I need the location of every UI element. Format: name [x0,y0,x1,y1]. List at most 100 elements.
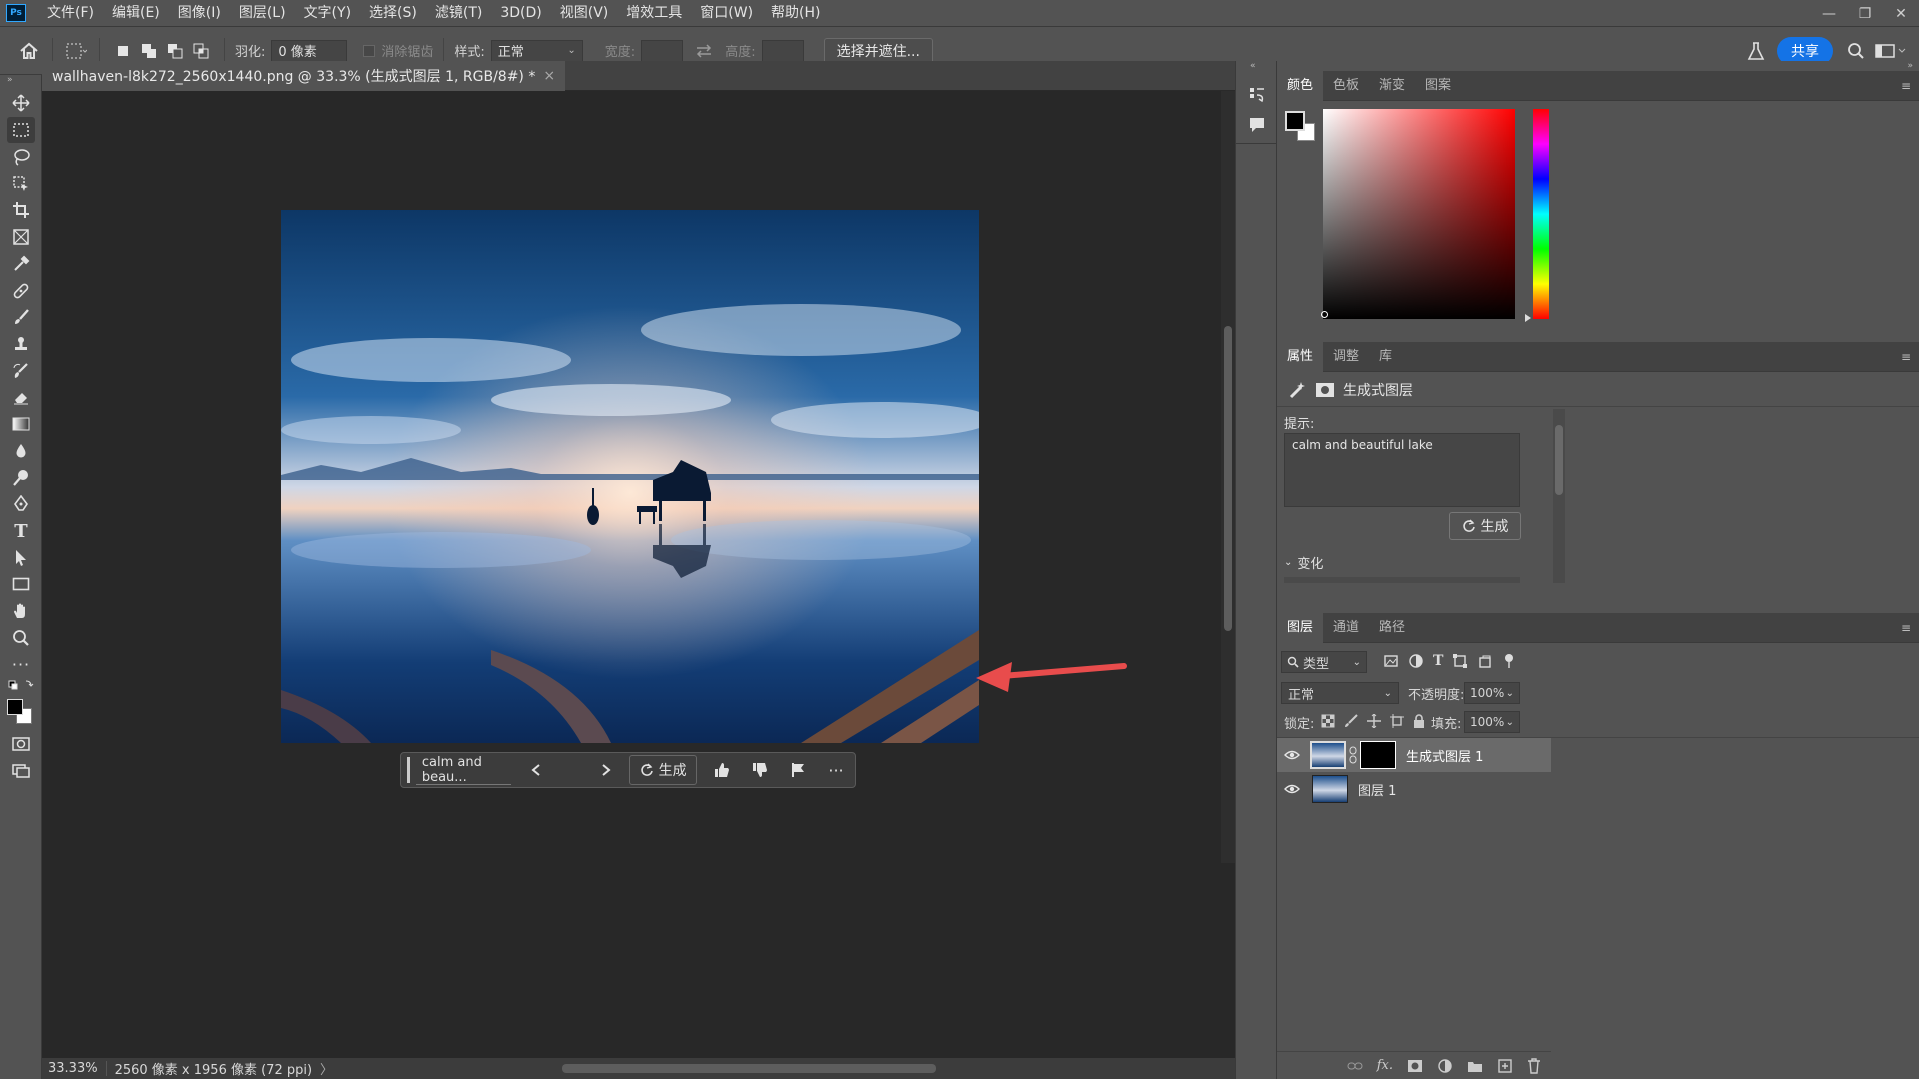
tab-properties[interactable]: 属性 [1277,341,1324,372]
hue-slider[interactable] [1533,109,1549,319]
rectangular-marquee-tool-icon[interactable] [7,117,35,143]
menu-file[interactable]: 文件(F) [38,0,103,27]
menu-type[interactable]: 文字(Y) [295,0,360,27]
brush-tool-icon[interactable] [7,304,35,330]
tab-libraries[interactable]: 库 [1369,342,1402,372]
layer-filter-select[interactable]: 类型 ⌄ [1281,651,1367,673]
collapse-icon[interactable]: « [1250,61,1256,71]
opacity-input[interactable]: 100% ⌄ [1464,682,1520,704]
more-tools-icon[interactable]: ··· [7,651,35,677]
hand-tool-icon[interactable] [7,598,35,624]
add-selection-icon[interactable] [136,38,162,64]
layer-row-base[interactable]: 图层 1 [1277,772,1551,806]
canvas-image[interactable] [281,210,979,743]
foreground-color-swatch[interactable] [7,699,23,715]
panel-menu-icon[interactable]: ≡ [1901,350,1911,364]
generate-button[interactable]: 生成 [628,755,698,785]
history-icon[interactable] [1245,83,1269,107]
foreground-color-swatch[interactable] [1285,111,1305,131]
flag-icon[interactable] [779,755,817,785]
width-input[interactable] [641,39,684,62]
menu-edit[interactable]: 编辑(E) [103,0,169,27]
intersect-selection-icon[interactable] [188,38,214,64]
frame-tool-icon[interactable] [7,224,35,250]
thumbs-down-icon[interactable] [741,755,779,785]
subtract-selection-icon[interactable] [162,38,188,64]
clone-stamp-tool-icon[interactable] [7,331,35,357]
previous-variation-icon[interactable] [517,755,555,785]
lock-artboard-icon[interactable] [1390,714,1404,728]
close-tab-icon[interactable]: × [543,68,555,84]
dodge-tool-icon[interactable] [7,465,35,491]
pen-tool-icon[interactable] [7,491,35,517]
tab-paths[interactable]: 路径 [1369,613,1415,643]
home-icon[interactable] [16,38,42,64]
vertical-scrollbar-thumb[interactable] [1224,326,1232,631]
healing-brush-tool-icon[interactable] [7,278,35,304]
select-and-mask-button[interactable]: 选择并遮住... [823,37,933,64]
filter-smart-object-icon[interactable] [1477,653,1493,669]
prompt-field[interactable]: calm and beau... [415,755,511,785]
variations-section[interactable]: ⌄ 变化 [1284,553,1323,572]
lock-brush-icon[interactable] [1344,714,1358,728]
filter-toggle-icon[interactable] [1502,653,1516,669]
tab-adjustments[interactable]: 调整 [1323,342,1369,372]
fx-icon[interactable]: fx. [1377,1058,1393,1073]
lasso-tool-icon[interactable] [7,144,35,170]
document-tab[interactable]: wallhaven-l8k272_2560x1440.png @ 33.3% (… [42,61,566,91]
gradient-tool-icon[interactable] [7,411,35,437]
vertical-scrollbar[interactable] [1221,91,1235,863]
blur-tool-icon[interactable] [7,438,35,464]
color-panel-swatches[interactable] [1285,111,1317,143]
layer-name[interactable]: 生成式图层 1 [1406,746,1483,765]
tab-channels[interactable]: 通道 [1323,613,1369,643]
layer-row-generative[interactable]: 生成式图层 1 [1277,738,1551,772]
color-picker-cursor[interactable] [1321,311,1328,318]
link-layers-icon[interactable] [1347,1061,1363,1071]
properties-scrollbar-thumb[interactable] [1555,425,1563,495]
style-select[interactable]: 正常 ⌄ [490,39,583,62]
lock-transparent-icon[interactable] [1321,714,1335,728]
adjustment-layer-icon[interactable] [1437,1058,1453,1074]
menu-filter[interactable]: 滤镜(T) [426,0,491,27]
zoom-tool-icon[interactable] [7,625,35,651]
status-arrow-icon[interactable]: 〉 [320,1059,333,1078]
tab-layers[interactable]: 图层 [1277,612,1324,643]
menu-3d[interactable]: 3D(D) [491,0,550,27]
eraser-tool-icon[interactable] [7,384,35,410]
height-input[interactable] [761,39,804,62]
filter-pixel-icon[interactable] [1383,653,1399,669]
prompt-textarea[interactable]: calm and beautiful lake [1284,433,1520,507]
layer-name[interactable]: 图层 1 [1358,780,1396,799]
filter-shape-icon[interactable] [1452,653,1468,669]
horizontal-scrollbar-thumb[interactable] [562,1064,936,1073]
color-field[interactable] [1323,109,1515,319]
swap-colors-icon[interactable] [7,677,35,693]
drag-handle[interactable] [407,757,410,783]
thumbs-up-icon[interactable] [703,755,741,785]
marquee-preset-icon[interactable] [63,38,89,64]
menu-window[interactable]: 窗口(W) [691,0,762,27]
tab-swatches[interactable]: 色板 [1323,71,1369,101]
visibility-eye-icon[interactable] [1277,783,1307,795]
color-swatches[interactable] [7,699,35,727]
add-mask-icon[interactable] [1407,1059,1423,1073]
tab-patterns[interactable]: 图案 [1415,71,1461,101]
crop-tool-icon[interactable] [7,197,35,223]
visibility-eye-icon[interactable] [1277,749,1307,761]
new-group-icon[interactable] [1467,1059,1483,1073]
antialias-checkbox[interactable] [363,44,376,57]
screen-mode-icon[interactable] [7,758,35,784]
menu-image[interactable]: 图像(I) [169,0,230,27]
lock-position-icon[interactable] [1367,714,1381,728]
link-icon[interactable] [1348,746,1358,764]
menu-layer[interactable]: 图层(L) [230,0,295,27]
menu-view[interactable]: 视图(V) [551,0,618,27]
new-selection-icon[interactable] [110,38,136,64]
panel-menu-icon[interactable]: ≡ [1901,79,1911,93]
menu-plugins[interactable]: 增效工具 [617,0,691,27]
blend-mode-select[interactable]: 正常 ⌄ [1281,682,1399,704]
document-info[interactable]: 2560 像素 x 1956 像素 (72 ppi) [107,1059,320,1078]
filter-type-icon[interactable]: T [1433,653,1443,669]
minimize-button[interactable]: — [1811,0,1847,27]
